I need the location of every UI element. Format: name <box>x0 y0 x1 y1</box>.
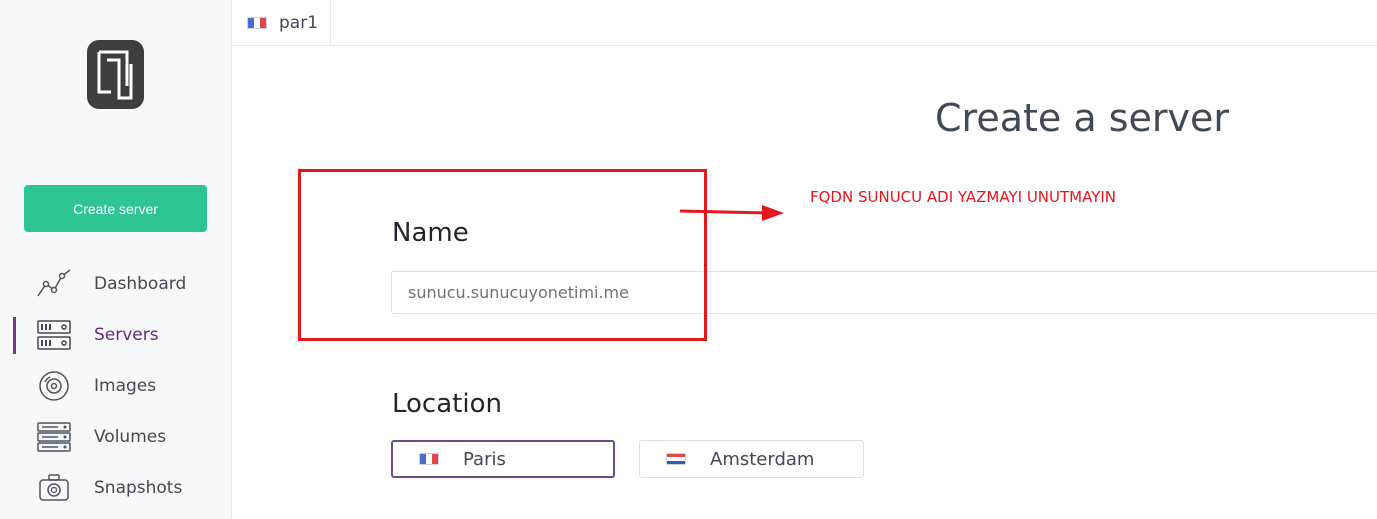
sidebar: Create server Dashboard Servers Images V… <box>0 0 232 519</box>
tab-par1[interactable]: par1 <box>232 0 331 46</box>
sidebar-item-label: Snapshots <box>94 477 183 498</box>
sidebar-item-label: Dashboard <box>94 273 187 294</box>
netherlands-flag-icon <box>666 453 686 465</box>
sidebar-item-label: Images <box>94 375 157 396</box>
location-amsterdam-button[interactable]: Amsterdam <box>639 440 864 478</box>
servers-icon <box>36 319 72 351</box>
tab-bar: par1 <box>232 0 1377 46</box>
location-label-text: Amsterdam <box>710 448 815 470</box>
images-icon <box>36 370 72 402</box>
france-flag-icon <box>247 17 267 29</box>
location-label: Location <box>392 389 502 419</box>
location-paris-button[interactable]: Paris <box>391 440 615 478</box>
sidebar-item-dashboard[interactable]: Dashboard <box>0 258 232 309</box>
sidebar-item-volumes[interactable]: Volumes <box>0 411 232 462</box>
annotation-arrow-icon <box>679 205 784 221</box>
annotation-highlight-box <box>298 169 707 341</box>
sidebar-item-label: Servers <box>94 324 159 345</box>
sidebar-item-snapshots[interactable]: Snapshots <box>0 462 232 513</box>
dashboard-icon <box>36 268 72 300</box>
page-title: Create a server <box>935 96 1229 140</box>
logo-icon[interactable] <box>87 40 144 109</box>
volumes-icon <box>36 421 72 453</box>
sidebar-item-servers[interactable]: Servers <box>0 309 232 360</box>
sidebar-item-label: Volumes <box>94 426 167 447</box>
sidebar-nav: Dashboard Servers Images Volumes Snapsho… <box>0 258 232 513</box>
create-server-button[interactable]: Create server <box>24 185 207 232</box>
sidebar-item-images[interactable]: Images <box>0 360 232 411</box>
france-flag-icon <box>419 453 439 465</box>
location-label-text: Paris <box>463 448 506 470</box>
annotation-text: FQDN SUNUCU ADI YAZMAYI UNUTMAYIN <box>810 188 1117 206</box>
snapshots-icon <box>36 472 72 504</box>
tab-label: par1 <box>279 13 319 33</box>
